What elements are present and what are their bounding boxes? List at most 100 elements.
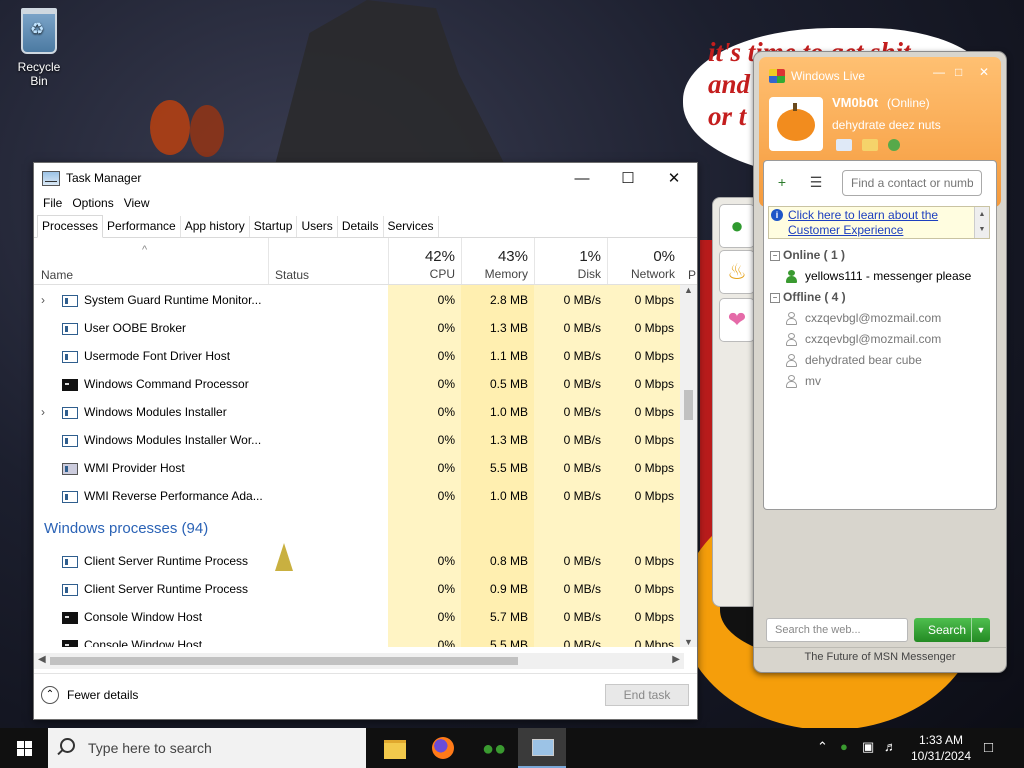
column-header-name[interactable]: Name [41, 268, 73, 282]
web-search-input[interactable]: Search the web... [766, 618, 908, 642]
web-search-button[interactable]: Search ▼ [914, 618, 990, 642]
process-row[interactable]: User OOBE Broker 0% 1.3 MB 0 MB/s 0 Mbps [34, 314, 684, 342]
folder-icon[interactable] [862, 139, 878, 151]
scroll-right-icon[interactable]: ▶ [672, 654, 680, 665]
add-contact-icon[interactable]: + [770, 172, 794, 192]
avatar[interactable] [769, 97, 823, 151]
end-task-button[interactable]: End task [605, 684, 689, 706]
tab-details[interactable]: Details [338, 216, 384, 237]
contact-online[interactable]: yellows111 - messenger please [786, 269, 971, 283]
minimize-button[interactable]: — [559, 163, 605, 193]
contact-list-panel: + ☰ i Click here to learn about the Cust… [763, 160, 997, 510]
scroll-thumb[interactable] [684, 390, 693, 420]
start-button[interactable] [0, 728, 48, 768]
cpu-value: 0% [437, 293, 455, 307]
pumpkin-avatar-image [777, 109, 815, 141]
msn-close-button[interactable]: ✕ [979, 65, 989, 79]
tab-users[interactable]: Users [297, 216, 338, 237]
menu-view[interactable]: View [119, 196, 155, 210]
expand-chevron-icon[interactable]: › [41, 405, 45, 419]
network-value: 0 Mbps [634, 433, 674, 447]
memory-value: 1.3 MB [489, 433, 528, 447]
process-row[interactable]: Usermode Font Driver Host 0% 1.1 MB 0 MB/s 0… [34, 342, 684, 370]
scroll-down-icon[interactable]: ▼ [680, 637, 697, 647]
process-row[interactable]: › System Guard Runtime Monitor... 0% 2.8 MB… [34, 286, 684, 314]
process-row[interactable]: WMI Provider Host 0% 5.5 MB 0 MB/s 0 Mbps [34, 454, 684, 482]
process-row[interactable]: WMI Reverse Performance Ada... 0% 1.0 MB 0 … [34, 482, 684, 510]
status-dropdown[interactable]: (Online) [887, 96, 930, 110]
column-header-network[interactable]: 0% Network [607, 238, 681, 284]
msn-title-bar[interactable]: Windows Live [769, 69, 865, 83]
contact-name: cxzqevbgl@mozmail.com [805, 311, 942, 325]
msn-tray-icon[interactable]: ● [840, 739, 848, 754]
tab-app-history[interactable]: App history [181, 216, 250, 237]
network-icon[interactable]: ▣ [862, 739, 874, 755]
expand-chevron-icon[interactable]: › [41, 293, 45, 307]
windows-logo-pane [17, 749, 24, 756]
process-row[interactable]: › Windows Modules Installer 0% 1.0 MB 0 MB/s… [34, 398, 684, 426]
column-header-power[interactable]: P [688, 268, 696, 282]
maximize-button[interactable]: ☐ [605, 163, 651, 193]
system-clock[interactable]: 1:33 AM 10/31/2024 [906, 732, 976, 764]
contacts-tab[interactable]: ● [719, 204, 755, 248]
column-header-disk[interactable]: 1% Disk [534, 238, 607, 284]
info-scrollbar[interactable]: ▲ ▼ [974, 207, 989, 238]
service-icon [62, 584, 78, 596]
tab-services[interactable]: Services [384, 216, 439, 237]
contact-offline[interactable]: mv [786, 374, 821, 388]
recycle-bin-shortcut[interactable]: Recycle Bin [8, 8, 70, 88]
msn-minimize-button[interactable]: — [933, 65, 945, 79]
collapse-icon: − [770, 293, 780, 303]
h-scroll-thumb[interactable] [50, 657, 518, 665]
msn-maximize-button[interactable]: □ [955, 65, 962, 79]
contact-offline[interactable]: cxzqevbgl@mozmail.com [786, 332, 941, 346]
tab-processes[interactable]: Processes [37, 215, 104, 238]
find-contact-input[interactable] [842, 170, 982, 196]
process-name: WMI Provider Host [84, 461, 185, 475]
tab-performance[interactable]: Performance [103, 216, 181, 237]
menu-file[interactable]: File [38, 196, 67, 210]
column-header-status[interactable]: Status [268, 238, 388, 284]
taskbar-search-box[interactable]: Type here to search [48, 728, 366, 768]
process-row[interactable]: Client Server Runtime Process 0% 0.8 MB 0 M… [34, 547, 684, 575]
firefox-icon[interactable] [419, 728, 467, 768]
stickers-tab[interactable]: ❤ [719, 298, 755, 342]
task-manager-icon[interactable] [518, 728, 566, 768]
show-hidden-icons[interactable]: ⌃ [817, 739, 828, 755]
title-bar[interactable]: Task Manager — ☐ ✕ [34, 163, 697, 193]
chevron-down-icon[interactable]: ▼ [971, 618, 990, 642]
mail-icon[interactable] [836, 139, 852, 151]
process-row[interactable]: Windows Command Processor 0% 0.5 MB 0 MB/s 0… [34, 370, 684, 398]
horizontal-scrollbar[interactable]: ◀ ▶ [34, 653, 684, 669]
tab-startup[interactable]: Startup [250, 216, 298, 237]
fewer-details-button[interactable]: ⌃ Fewer details [41, 686, 138, 704]
contact-offline[interactable]: dehydrated bear cube [786, 353, 922, 367]
notification-center-icon[interactable]: □ [984, 739, 993, 756]
process-row[interactable]: Windows Modules Installer Wor... 0% 1.3 MB… [34, 426, 684, 454]
spaces-icon[interactable] [888, 139, 900, 151]
column-header-cpu[interactable]: 42% CPU [388, 238, 461, 284]
display-name[interactable]: VM0b0t [832, 95, 878, 110]
vertical-scrollbar[interactable]: ▲ ▼ [680, 285, 697, 647]
process-row[interactable]: Client Server Runtime Process 0% 0.9 MB 0 M… [34, 575, 684, 603]
file-explorer-icon[interactable] [371, 728, 419, 768]
contact-offline[interactable]: cxzqevbgl@mozmail.com [786, 311, 941, 325]
column-header-memory[interactable]: 43% Memory [461, 238, 534, 284]
volume-icon[interactable]: ♬ [884, 739, 897, 754]
process-row[interactable]: Console Window Host 0% 5.5 MB 0 MB/s 0 Mbps [34, 631, 684, 647]
scroll-left-icon[interactable]: ◀ [38, 654, 46, 665]
online-group-header[interactable]: − Online ( 1 ) [770, 248, 845, 262]
alerts-tab[interactable]: ♨ [719, 250, 755, 294]
group-header-windows-processes[interactable]: Windows processes (94) [44, 520, 208, 537]
close-button[interactable]: ✕ [651, 163, 697, 193]
personal-message[interactable]: dehydrate deez nuts [832, 118, 941, 132]
menu-options[interactable]: Options [67, 196, 118, 210]
list-options-icon[interactable]: ☰ [804, 172, 828, 192]
customer-experience-link[interactable]: Click here to learn about the Customer E… [788, 208, 966, 238]
process-row[interactable]: Console Window Host 0% 5.7 MB 0 MB/s 0 Mbps [34, 603, 684, 631]
column-header-row: ^ Name Status 42% CPU 43% Memory 1% Disk… [34, 238, 697, 285]
msn-footer-text: The Future of MSN Messenger [754, 647, 1006, 672]
msn-messenger-icon[interactable]: ●● [468, 728, 516, 768]
offline-group-header[interactable]: − Offline ( 4 ) [770, 290, 846, 304]
scroll-up-icon[interactable]: ▲ [680, 285, 697, 295]
